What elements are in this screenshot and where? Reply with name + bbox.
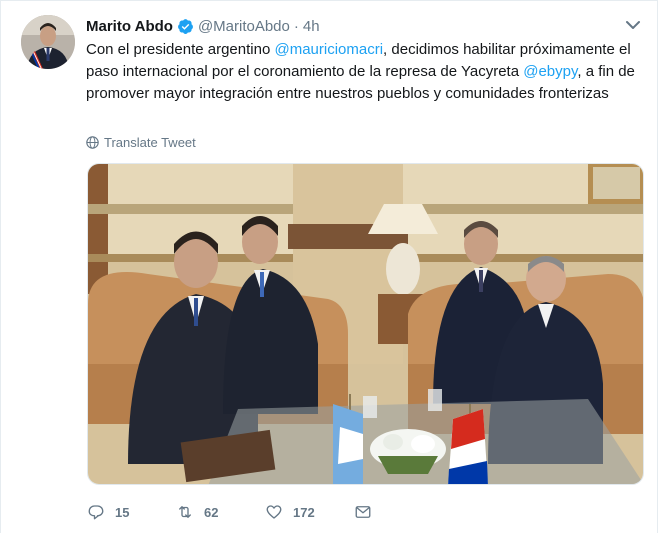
photo-meeting-scene xyxy=(88,164,643,484)
translate-label[interactable]: Translate Tweet xyxy=(104,135,196,150)
direct-message-icon xyxy=(355,506,371,518)
like-button[interactable]: 172 xyxy=(265,501,354,523)
reply-button[interactable]: 15 xyxy=(87,501,176,523)
tweet-photo[interactable] xyxy=(87,163,644,485)
author-name[interactable]: Marito Abdo xyxy=(86,18,173,35)
chevron-down-icon[interactable] xyxy=(624,18,642,32)
globe-icon xyxy=(86,136,99,149)
reply-count: 15 xyxy=(115,504,130,520)
author-handle[interactable]: @MaritoAbdo xyxy=(198,18,290,35)
tweet-card[interactable]: Marito Abdo @MaritoAbdo · 4h Con el pres… xyxy=(0,0,658,533)
tweet-text: Con el presidente argentino @mauriciomac… xyxy=(86,39,646,105)
like-icon xyxy=(266,505,282,519)
timestamp[interactable]: 4h xyxy=(303,18,320,35)
mention-link[interactable]: @ebypy xyxy=(523,63,577,80)
mention-link[interactable]: @mauriciomacri xyxy=(274,41,383,58)
retweet-count: 62 xyxy=(204,504,219,520)
tweet-header: Marito Abdo @MaritoAbdo · 4h xyxy=(86,16,320,36)
separator-dot: · xyxy=(293,17,299,35)
reply-icon xyxy=(88,505,104,520)
tweet-actions: 15 62 172 xyxy=(87,501,382,523)
direct-message-button[interactable] xyxy=(354,501,382,523)
retweet-button[interactable]: 62 xyxy=(176,501,265,523)
translate-tweet-link[interactable]: Translate Tweet xyxy=(86,135,196,150)
verified-badge-icon xyxy=(177,18,193,34)
avatar[interactable] xyxy=(21,15,75,69)
tweet-text-part: Con el presidente argentino xyxy=(86,41,275,58)
retweet-icon xyxy=(179,506,191,518)
like-count: 172 xyxy=(293,504,315,520)
